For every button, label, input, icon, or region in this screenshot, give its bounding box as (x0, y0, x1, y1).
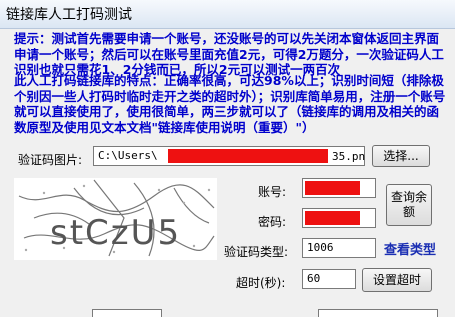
type-value: 1006 (307, 241, 334, 254)
type-field[interactable]: 1006 (302, 238, 376, 258)
timeout-field[interactable]: 60 (302, 269, 356, 289)
browse-button[interactable]: 选择... (372, 145, 430, 167)
captcha-noise: stCzU5 (18, 179, 215, 257)
image-path-prefix: C:\Users\ (98, 149, 158, 162)
timeout-label: 超时(秒): (236, 276, 286, 290)
notice-text: 提示：测试首先需要申请一个账号，还没账号的可以先关闭本窗体返回主界面申请一个账号… (14, 31, 444, 77)
account-label: 账号: (258, 185, 287, 199)
image-label: 验证码图片: (18, 153, 83, 167)
features-text: 此人工打码链接库的特点：正确率很高，可达98%以上；识别时间短（排除极个别因一些… (14, 73, 446, 135)
bottom-field-left[interactable] (92, 309, 162, 317)
redacted-account (305, 181, 360, 195)
view-types-link[interactable]: 查看类型 (384, 239, 436, 258)
image-path-suffix: 35.pn (332, 150, 366, 163)
password-label: 密码: (258, 215, 287, 229)
type-label: 验证码类型: (224, 245, 289, 259)
redacted-path-segment (168, 149, 328, 163)
captcha-text: stCzU5 (50, 213, 181, 253)
title-bar: 链接库人工打码测试 (0, 0, 455, 29)
captcha-image: stCzU5 (14, 178, 217, 260)
query-balance-button[interactable]: 查询余额 (386, 184, 432, 226)
bottom-row-clipped (0, 305, 455, 317)
set-timeout-button[interactable]: 设置超时 (362, 268, 432, 292)
main-window: 提示：测试首先需要申请一个账号，还没账号的可以先关闭本窗体返回主界面申请一个账号… (0, 29, 455, 317)
redacted-password (305, 211, 360, 225)
window-title: 链接库人工打码测试 (6, 7, 132, 23)
bottom-field-right[interactable] (318, 309, 438, 317)
timeout-value: 60 (307, 272, 321, 285)
